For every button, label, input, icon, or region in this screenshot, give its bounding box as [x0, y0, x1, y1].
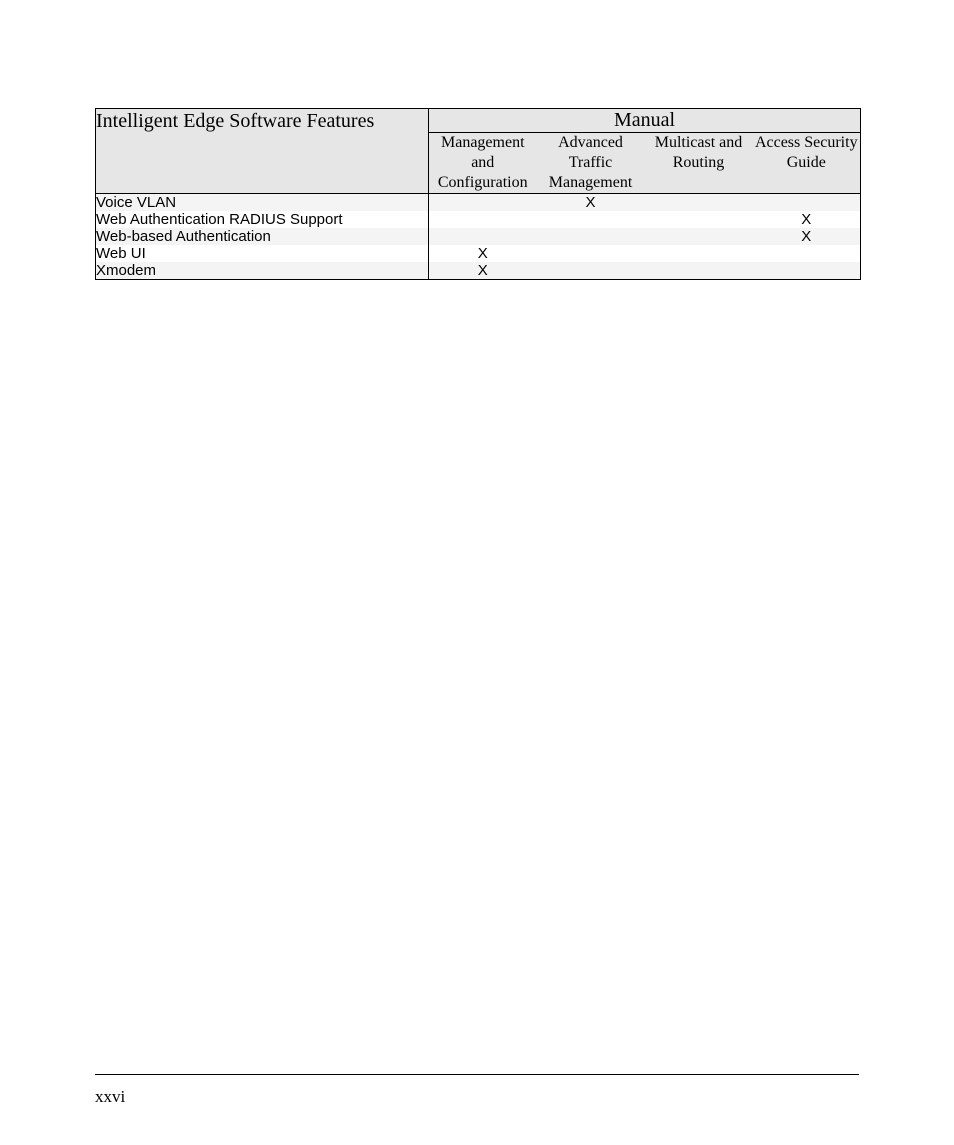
feature-cell: Voice VLAN — [96, 194, 429, 212]
mark-cell — [753, 194, 861, 212]
mark-cell — [429, 228, 537, 245]
mark-cell: X — [537, 194, 645, 212]
header-manual: Manual — [429, 109, 861, 133]
mark-cell — [753, 245, 861, 262]
header-col-2: Multicast and Routing — [645, 133, 753, 194]
feature-cell: Web Authentication RADIUS Support — [96, 211, 429, 228]
mark-cell: X — [753, 228, 861, 245]
mark-cell — [537, 211, 645, 228]
mark-cell: X — [753, 211, 861, 228]
page-number: xxvi — [95, 1087, 125, 1107]
mark-cell — [429, 194, 537, 212]
table-header-row-1: Intelligent Edge Software Features Manua… — [96, 109, 861, 133]
table-row: Web Authentication RADIUS Support X — [96, 211, 861, 228]
header-col-3: Access Security Guide — [753, 133, 861, 194]
feature-cell: Xmodem — [96, 262, 429, 280]
table-row: Web-based Authentication X — [96, 228, 861, 245]
header-col-1: Advanced Traffic Management — [537, 133, 645, 194]
table-row: Web UI X — [96, 245, 861, 262]
mark-cell — [645, 245, 753, 262]
mark-cell — [645, 228, 753, 245]
footer-rule — [95, 1074, 859, 1075]
header-col-0: Management and Configuration — [429, 133, 537, 194]
mark-cell — [753, 262, 861, 280]
feature-table: Intelligent Edge Software Features Manua… — [95, 108, 861, 280]
mark-cell — [537, 262, 645, 280]
mark-cell — [537, 245, 645, 262]
table-row: Voice VLAN X — [96, 194, 861, 212]
feature-cell: Web UI — [96, 245, 429, 262]
mark-cell: X — [429, 262, 537, 280]
table-row: Xmodem X — [96, 262, 861, 280]
mark-cell — [645, 262, 753, 280]
feature-cell: Web-based Authentication — [96, 228, 429, 245]
mark-cell — [645, 194, 753, 212]
mark-cell — [645, 211, 753, 228]
mark-cell — [537, 228, 645, 245]
mark-cell — [429, 211, 537, 228]
page-body: Intelligent Edge Software Features Manua… — [0, 0, 954, 280]
mark-cell: X — [429, 245, 537, 262]
header-features: Intelligent Edge Software Features — [96, 109, 429, 194]
